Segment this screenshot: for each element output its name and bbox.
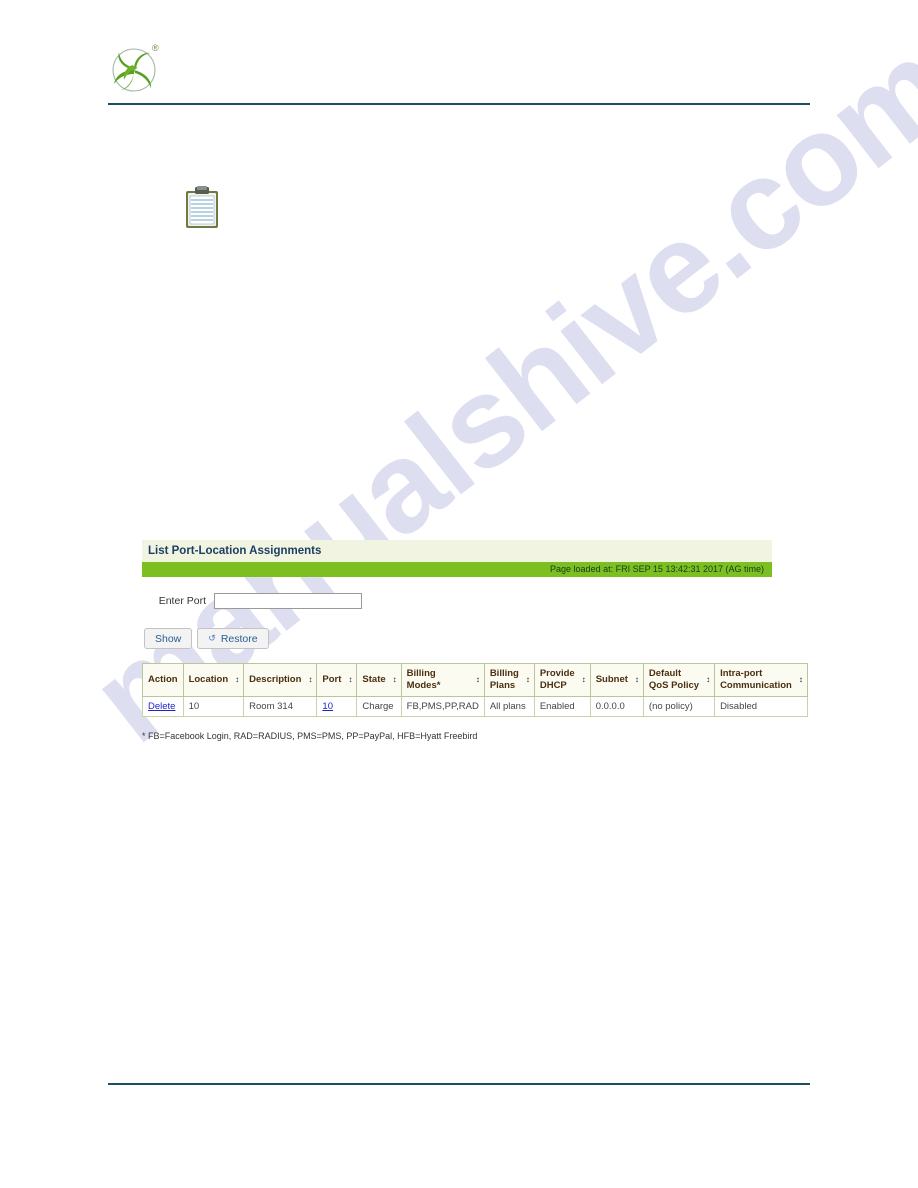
header-divider bbox=[108, 103, 810, 105]
cell-port: 10 bbox=[316, 695, 358, 717]
cell-intra-port-communication: Disabled bbox=[714, 695, 808, 717]
col-billing-plans[interactable]: Billing Plans ↕ bbox=[483, 663, 535, 697]
table-row: Delete 10 Room 314 10 Charge FB,PMS,PP,R… bbox=[142, 695, 808, 717]
cell-billing-modes: FB,PMS,PP,RAD bbox=[400, 695, 485, 717]
company-logo: ® bbox=[108, 43, 164, 95]
col-subnet-label: Subnet bbox=[595, 673, 628, 685]
cell-state: Charge bbox=[356, 695, 402, 717]
cell-billing-plans: All plans bbox=[483, 695, 535, 717]
sort-icon-port[interactable]: ↕ bbox=[348, 675, 352, 684]
clipboard-glyph bbox=[186, 186, 218, 228]
col-provide-dhcp-label1: Provide bbox=[539, 668, 575, 679]
show-button[interactable]: Show bbox=[144, 628, 193, 649]
cell-description: Room 314 bbox=[243, 695, 318, 717]
col-port-label: Port bbox=[322, 673, 342, 685]
col-location[interactable]: Location ↕ bbox=[182, 663, 245, 697]
sort-icon-billing-modes[interactable]: ↕ bbox=[476, 675, 480, 684]
show-button-label: Show bbox=[155, 632, 182, 645]
document-page: ® List Port-Location Assignments Page lo… bbox=[0, 0, 918, 1188]
sort-icon-provide-dhcp[interactable]: ↕ bbox=[582, 675, 586, 684]
col-intra-port-label2: Communication bbox=[720, 679, 792, 691]
table-header-row: Action Location ↕ Description ↕ Port ↕ S… bbox=[142, 663, 808, 697]
sort-icon-billing-plans[interactable]: ↕ bbox=[526, 675, 530, 684]
footer-divider bbox=[108, 1083, 810, 1085]
col-default-qos-label1: Default bbox=[648, 668, 682, 679]
cell-location: 10 bbox=[182, 695, 245, 717]
col-intra-port-communication[interactable]: Intra-port Communication ↕ bbox=[714, 663, 808, 697]
col-default-qos-label2: QoS Policy bbox=[648, 679, 700, 691]
col-billing-modes[interactable]: Billing Modes* ↕ bbox=[400, 663, 485, 697]
restore-button-label: Restore bbox=[220, 632, 258, 645]
col-billing-modes-label1: Billing bbox=[406, 668, 436, 679]
col-action-label: Action bbox=[148, 673, 178, 685]
col-state[interactable]: State ↕ bbox=[356, 663, 402, 697]
sort-icon-intra-port[interactable]: ↕ bbox=[799, 675, 803, 684]
enter-port-row: Enter Port bbox=[142, 590, 772, 612]
registered-trademark-mark: ® bbox=[152, 43, 159, 53]
cell-action: Delete bbox=[142, 695, 184, 717]
restore-button[interactable]: ↺ Restore bbox=[197, 628, 269, 649]
col-subnet[interactable]: Subnet ↕ bbox=[589, 663, 644, 697]
enter-port-label: Enter Port bbox=[158, 595, 206, 607]
col-port[interactable]: Port ↕ bbox=[316, 663, 358, 697]
clipboard-icon bbox=[184, 186, 220, 230]
sort-icon-description[interactable]: ↕ bbox=[308, 675, 312, 684]
col-description-label: Description bbox=[249, 673, 302, 685]
sort-icon-default-qos[interactable]: ↕ bbox=[706, 675, 710, 684]
col-billing-plans-label1: Billing bbox=[489, 668, 519, 679]
delete-link[interactable]: Delete bbox=[148, 701, 175, 712]
col-location-label: Location bbox=[188, 673, 229, 685]
col-action[interactable]: Action bbox=[142, 663, 184, 697]
col-provide-dhcp[interactable]: Provide DHCP ↕ bbox=[533, 663, 591, 697]
port-link[interactable]: 10 bbox=[322, 701, 333, 712]
port-location-panel: List Port-Location Assignments Page load… bbox=[142, 540, 808, 741]
port-location-table: Action Location ↕ Description ↕ Port ↕ S… bbox=[142, 663, 808, 717]
sort-icon-subnet[interactable]: ↕ bbox=[635, 675, 639, 684]
col-billing-modes-label2: Modes* bbox=[406, 679, 441, 691]
refresh-icon: ↺ bbox=[208, 633, 216, 643]
cell-provide-dhcp: Enabled bbox=[533, 695, 591, 717]
col-description[interactable]: Description ↕ bbox=[243, 663, 318, 697]
panel-title: List Port-Location Assignments bbox=[142, 540, 772, 562]
col-state-label: State bbox=[362, 673, 386, 685]
panel-button-row: Show ↺ Restore bbox=[144, 628, 772, 649]
col-default-qos-policy[interactable]: Default QoS Policy ↕ bbox=[642, 663, 716, 697]
enter-port-input[interactable] bbox=[214, 593, 362, 609]
table-footnote: * FB=Facebook Login, RAD=RADIUS, PMS=PMS… bbox=[142, 730, 478, 741]
col-provide-dhcp-label2: DHCP bbox=[539, 679, 567, 691]
sort-icon-state[interactable]: ↕ bbox=[393, 675, 397, 684]
col-billing-plans-label2: Plans bbox=[489, 679, 516, 691]
sort-icon-location[interactable]: ↕ bbox=[235, 675, 239, 684]
page-loaded-status: Page loaded at: FRI SEP 15 13:42:31 2017… bbox=[142, 562, 772, 577]
cell-default-qos-policy: (no policy) bbox=[642, 695, 716, 717]
col-intra-port-label1: Intra-port bbox=[720, 668, 763, 679]
cell-subnet: 0.0.0.0 bbox=[589, 695, 644, 717]
